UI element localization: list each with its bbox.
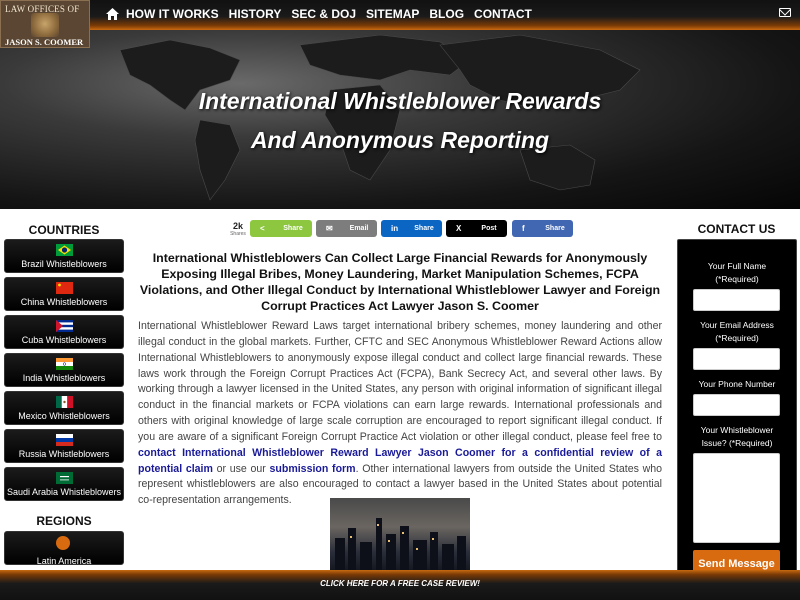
brazil-flag-icon <box>56 244 73 256</box>
country-china[interactable]: China Whistleblowers <box>4 277 124 311</box>
share-count-number: 2k <box>232 221 243 231</box>
body-text: International Whistleblower Reward Laws … <box>138 320 662 443</box>
share-label: Share <box>545 225 565 232</box>
country-label: China Whistleblowers <box>20 297 108 307</box>
country-russia[interactable]: Russia Whistleblowers <box>4 429 124 463</box>
country-india[interactable]: India Whistleblowers <box>4 353 124 387</box>
email-field[interactable] <box>693 348 780 370</box>
country-label: Cuba Whistleblowers <box>21 335 107 345</box>
country-label: Brazil Whistleblowers <box>21 259 107 269</box>
country-cuba[interactable]: Cuba Whistleblowers <box>4 315 124 349</box>
free-case-review-bar[interactable]: CLICK HERE FOR A FREE CASE REVIEW! <box>0 570 800 600</box>
name-field[interactable] <box>693 289 780 311</box>
nav-sec-doj[interactable]: SEC & DOJ <box>291 7 356 21</box>
site-logo[interactable]: LAW OFFICES OF JASON S. COOMER <box>0 0 90 48</box>
issue-textarea[interactable] <box>693 453 780 543</box>
email-label: Your Email Address (*Required) <box>700 320 774 343</box>
region-latin-america[interactable]: Latin America <box>4 531 124 566</box>
article-title: International Whistleblowers Can Collect… <box>139 251 661 313</box>
mexico-flag-icon <box>56 396 73 408</box>
logo-seal-icon <box>31 13 59 37</box>
email-icon: ✉ <box>326 224 333 233</box>
name-label: Your Full Name (*Required) <box>707 261 767 284</box>
mail-icon[interactable] <box>779 8 791 17</box>
region-label: Latin America <box>36 556 92 566</box>
nav-history[interactable]: HISTORY <box>229 7 282 21</box>
country-brazil[interactable]: Brazil Whistleblowers <box>4 239 124 273</box>
india-flag-icon <box>56 358 73 370</box>
submission-form-link[interactable]: submission form <box>269 463 355 475</box>
issue-label: Your Whistleblower Issue? (*Required) <box>700 425 774 448</box>
facebook-icon: f <box>522 224 525 233</box>
country-label: Mexico Whistleblowers <box>18 411 110 421</box>
saudi-arabia-flag-icon <box>56 472 73 484</box>
share-icon: < <box>260 224 265 233</box>
share-button-email[interactable]: ✉ Email <box>316 220 377 237</box>
country-saudi-arabia[interactable]: Saudi Arabia Whistleblowers <box>4 467 124 501</box>
share-label: Email <box>349 225 369 232</box>
country-mexico[interactable]: Mexico Whistleblowers <box>4 391 124 425</box>
body-text: or use our <box>212 462 270 475</box>
nav-how-it-works[interactable]: HOW IT WORKS <box>126 7 219 21</box>
cuba-flag-icon <box>56 320 73 332</box>
phone-field[interactable] <box>693 394 780 416</box>
china-flag-icon <box>56 282 73 294</box>
logo-line-2: JASON S. COOMER <box>5 37 84 47</box>
share-button-linkedin[interactable]: in Share <box>381 220 442 237</box>
home-icon[interactable] <box>106 7 119 21</box>
linkedin-icon: in <box>391 224 399 233</box>
globe-icon <box>56 536 70 550</box>
hero-banner: International Whistleblower Rewards And … <box>0 30 800 209</box>
country-label: India Whistleblowers <box>22 373 106 383</box>
phone-label: Your Phone Number <box>698 379 776 389</box>
share-button-generic[interactable]: < Share <box>250 220 312 237</box>
country-label: Russia Whistleblowers <box>18 449 110 459</box>
nav-contact[interactable]: CONTACT <box>474 7 532 21</box>
skyline-graphic <box>335 518 466 570</box>
share-label: Post <box>481 225 497 232</box>
nav-blog[interactable]: BLOG <box>429 7 464 21</box>
main-nav: HOW IT WORKS HISTORY SEC & DOJ SITEMAP B… <box>106 7 542 21</box>
nav-sitemap[interactable]: SITEMAP <box>366 7 419 21</box>
article-body: International Whistleblower Reward Laws … <box>138 319 662 509</box>
share-count-label: Shares <box>230 231 246 237</box>
share-label: Share <box>283 225 303 232</box>
city-skyline-image <box>330 498 470 570</box>
share-label: Share <box>414 225 434 232</box>
x-icon: X <box>456 224 462 233</box>
contact-heading: CONTACT US <box>697 222 776 236</box>
hero-title-line-2: And Anonymous Reporting <box>250 127 550 153</box>
share-count: 2k Shares <box>228 221 248 237</box>
hero-title-line-1: International Whistleblower Rewards <box>198 88 602 114</box>
countries-heading: COUNTRIES <box>28 223 100 237</box>
share-button-facebook[interactable]: f Share <box>512 220 573 237</box>
russia-flag-icon <box>56 434 73 446</box>
country-label: Saudi Arabia Whistleblowers <box>6 487 122 497</box>
contact-form: Your Full Name (*Required) Your Email Ad… <box>677 239 797 579</box>
top-nav-bar: HOW IT WORKS HISTORY SEC & DOJ SITEMAP B… <box>0 0 800 30</box>
cta-text: CLICK HERE FOR A FREE CASE REVIEW! <box>320 579 480 588</box>
share-button-x[interactable]: X Post <box>446 220 507 237</box>
regions-heading: REGIONS <box>36 514 92 528</box>
